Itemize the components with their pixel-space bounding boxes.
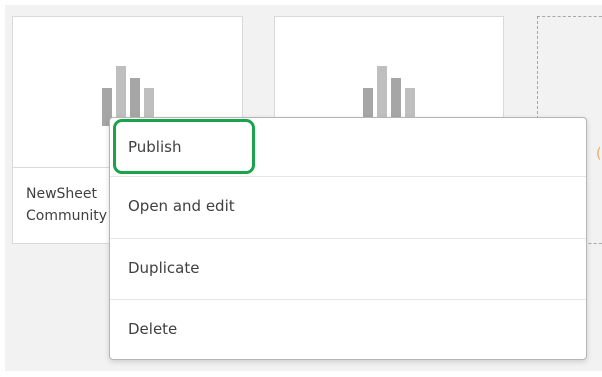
sheet-card-title-line: Community bbox=[26, 208, 108, 224]
sheet-card-title-line: NewSheet bbox=[26, 186, 98, 202]
menu-item-publish[interactable]: Publish bbox=[110, 118, 586, 176]
menu-item-delete[interactable]: Delete bbox=[110, 299, 586, 358]
menu-item-duplicate[interactable]: Duplicate bbox=[110, 238, 586, 297]
partial-icon: ( bbox=[596, 146, 602, 162]
context-menu: Publish Open and edit Duplicate Delete bbox=[109, 117, 587, 360]
sheet-card-title: NewSheet Community bbox=[26, 183, 121, 227]
menu-item-open-and-edit[interactable]: Open and edit bbox=[110, 176, 586, 235]
